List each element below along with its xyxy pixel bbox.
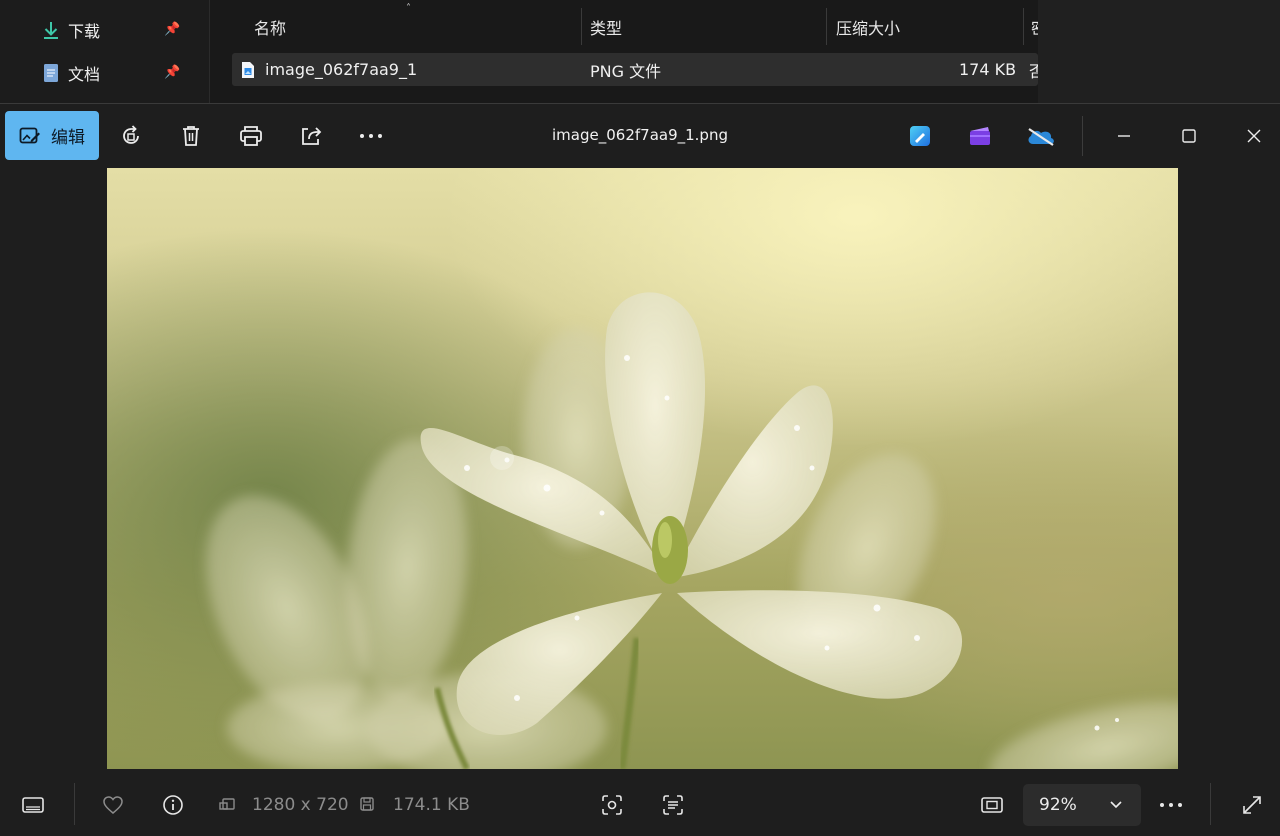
file-name: image_062f7aa9_1 <box>265 60 418 79</box>
fit-to-window-button[interactable] <box>974 787 1010 823</box>
maximize-button[interactable] <box>1169 118 1209 154</box>
file-info-button[interactable] <box>155 787 191 823</box>
onedrive-icon <box>1028 128 1054 146</box>
fit-window-icon <box>981 797 1003 813</box>
sort-ascending-icon: ˄ <box>406 3 411 14</box>
more-options-button[interactable] <box>1153 787 1189 823</box>
delete-icon <box>183 126 199 146</box>
file-type: PNG 文件 <box>590 61 662 81</box>
navigation-pane: 下载 📌 文档 📌 <box>0 0 210 103</box>
displayed-photo[interactable] <box>107 168 1178 769</box>
edit-button-label: 编辑 <box>51 128 85 148</box>
scan-text-button[interactable] <box>655 787 691 823</box>
file-row[interactable]: image_062f7aa9_1 PNG 文件 174 KB 否 <box>232 53 1038 86</box>
toolbar-divider <box>1082 116 1083 156</box>
column-header-name[interactable]: 名称 <box>254 8 286 45</box>
viewer-toolbar: 编辑 image_062f7aa9_1.png <box>0 104 1280 168</box>
rotate-button[interactable] <box>111 118 151 154</box>
column-header-type[interactable]: 类型 <box>590 8 622 45</box>
heart-icon <box>103 796 123 814</box>
document-icon <box>42 63 60 83</box>
image-canvas[interactable] <box>0 168 1280 769</box>
nav-item-label: 文档 <box>68 65 101 84</box>
print-button[interactable] <box>231 118 271 154</box>
close-icon <box>1247 129 1261 143</box>
fullscreen-button[interactable] <box>1234 787 1270 823</box>
column-divider[interactable] <box>581 8 582 45</box>
share-icon <box>302 127 322 145</box>
maximize-icon <box>1182 129 1196 143</box>
filmstrip-button[interactable] <box>15 787 51 823</box>
close-button[interactable] <box>1234 118 1274 154</box>
file-size: 174 KB <box>959 60 1017 79</box>
file-size-label: 174.1 KB <box>393 795 470 815</box>
file-cut-off: 否 <box>1029 61 1038 81</box>
column-divider[interactable] <box>1023 8 1024 45</box>
visual-search-button[interactable] <box>594 787 630 823</box>
explorer-empty-area <box>1038 0 1280 103</box>
onedrive-button[interactable] <box>1021 118 1061 154</box>
print-icon <box>240 126 262 146</box>
column-header-compressed-size[interactable]: 压缩大小 <box>836 8 900 45</box>
edit-button[interactable]: 编辑 <box>5 111 99 160</box>
column-header-cut-off[interactable]: 密 <box>1031 8 1038 45</box>
expand-icon <box>1243 796 1261 814</box>
download-icon <box>42 20 60 40</box>
chevron-down-icon <box>1110 801 1122 809</box>
save-disk-icon <box>359 796 377 812</box>
clipchamp-button[interactable] <box>960 118 1000 154</box>
png-file-icon <box>240 53 256 86</box>
pin-icon[interactable]: 📌 <box>164 65 180 81</box>
statusbar-divider <box>74 783 75 825</box>
edit-image-icon <box>19 127 40 143</box>
clipchamp-icon <box>970 127 990 145</box>
more-icon <box>360 134 382 138</box>
column-divider[interactable] <box>826 8 827 45</box>
scan-text-icon <box>663 795 683 815</box>
viewer-statusbar: 1280 x 720 174.1 KB 92% <box>0 771 1280 836</box>
nav-item-downloads[interactable]: 下载 <box>42 18 100 42</box>
more-options-button[interactable] <box>351 118 391 154</box>
file-explorer-window: 下载 📌 文档 📌 ˄ 名称 类型 压缩大小 密 image_062f7aa9_… <box>0 0 1280 103</box>
rotate-icon <box>123 125 139 144</box>
file-list-pane <box>211 0 1038 103</box>
nav-item-documents[interactable]: 文档 <box>42 61 100 85</box>
flower-illustration <box>205 292 1178 769</box>
visual-search-icon <box>602 795 622 815</box>
minimize-button[interactable] <box>1104 118 1144 154</box>
minimize-icon <box>1118 135 1130 137</box>
zoom-level-dropdown[interactable]: 92% <box>1023 784 1141 826</box>
nav-item-label: 下载 <box>68 22 101 41</box>
zoom-level-value: 92% <box>1039 795 1077 815</box>
designer-button[interactable] <box>900 118 940 154</box>
share-button[interactable] <box>291 118 331 154</box>
info-icon <box>163 795 183 815</box>
resolution-icon <box>218 796 236 812</box>
pin-icon[interactable]: 📌 <box>164 22 180 38</box>
delete-button[interactable] <box>171 118 211 154</box>
statusbar-divider <box>1210 783 1211 825</box>
more-icon <box>1160 803 1182 807</box>
favorite-button[interactable] <box>95 787 131 823</box>
filmstrip-icon <box>22 797 44 813</box>
photos-viewer-window: 编辑 image_062f7aa9_1.png 1280 x 720 174.1… <box>0 103 1280 836</box>
designer-icon <box>910 126 930 146</box>
image-dimensions: 1280 x 720 <box>252 795 349 815</box>
